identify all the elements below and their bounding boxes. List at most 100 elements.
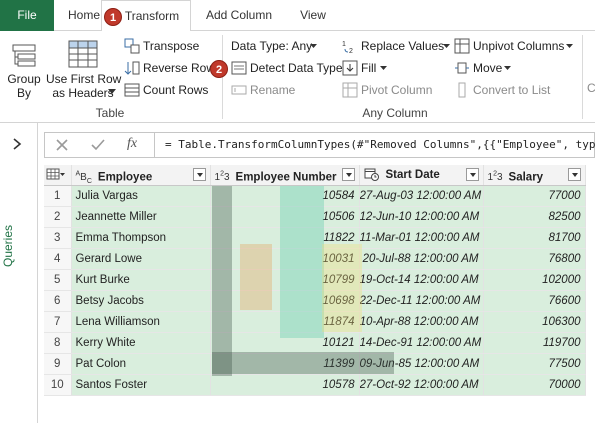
count-rows-icon xyxy=(124,83,140,97)
count-rows-label: Count Rows xyxy=(143,83,209,97)
transpose-button[interactable]: Transpose xyxy=(124,37,210,55)
column-header-employee[interactable]: ABC Employee xyxy=(71,165,211,186)
convert-to-list-icon xyxy=(458,82,466,98)
fx-icon[interactable]: fx xyxy=(127,136,137,152)
cell-start-date[interactable]: 27-Aug-03 12:00:00 AM xyxy=(359,185,484,207)
cell-salary[interactable]: 106300 xyxy=(483,311,586,333)
cell-employee-number[interactable]: 11399 xyxy=(210,353,360,375)
column-filter-button[interactable] xyxy=(192,168,206,181)
table-row: 2 Jeannette Miller 10506 12-Jun-10 12:00:00… xyxy=(44,206,586,228)
cell-employee[interactable]: Pat Colon xyxy=(71,353,211,375)
formula-input[interactable]: = Table.TransformColumnTypes(#"Removed C… xyxy=(165,138,595,151)
column-header-start-date[interactable]: Start Date xyxy=(359,165,484,186)
datetime-type-icon[interactable] xyxy=(364,168,380,182)
number-type-icon[interactable]: 123 xyxy=(215,171,230,183)
count-rows-button[interactable]: Count Rows xyxy=(124,81,210,99)
cell-salary[interactable]: 81700 xyxy=(483,227,586,249)
cell-start-date[interactable]: 11-Mar-01 12:00:00 AM xyxy=(359,227,484,249)
ribbon-separator xyxy=(582,35,583,119)
table-body: 1 Julia Vargas 10584 27-Aug-03 12:00:00 AM 7… xyxy=(44,185,586,396)
pivot-column-label: Pivot Column xyxy=(361,83,433,97)
move-button[interactable]: Move xyxy=(454,59,518,77)
cell-employee-number[interactable]: 10698 xyxy=(210,290,360,312)
cell-start-date[interactable]: 27-Oct-92 12:00:00 AM xyxy=(359,374,484,396)
cell-salary[interactable]: 76800 xyxy=(483,248,586,270)
cell-start-date[interactable]: 12-Jun-10 12:00:00 AM xyxy=(359,206,484,228)
tab-home[interactable]: Home xyxy=(66,0,102,31)
header-row: ABC Employee 123 Employee Number Start Dat… xyxy=(44,165,586,186)
cell-employee-number[interactable]: 10506 xyxy=(210,206,360,228)
text-type-icon[interactable]: ABC xyxy=(76,171,92,185)
table-headers-icon xyxy=(68,40,98,68)
chevron-down-icon xyxy=(443,44,450,48)
pivot-column-button[interactable]: Pivot Column xyxy=(342,81,438,99)
next-group-stub: C xyxy=(587,81,595,95)
rename-button[interactable]: Rename xyxy=(230,81,310,99)
cancel-formula-icon[interactable] xyxy=(55,138,69,152)
tab-file[interactable]: File xyxy=(0,0,54,31)
cell-salary[interactable]: 102000 xyxy=(483,269,586,291)
cell-employee-number[interactable]: 11822 xyxy=(210,227,360,249)
detect-data-type-button[interactable]: Detect Data Type xyxy=(230,59,343,77)
table-row: 6 Betsy Jacobs 10698 22-Dec-11 12:00:00 AM 7… xyxy=(44,290,586,312)
column-filter-button[interactable] xyxy=(341,168,355,181)
table-row: 10 Santos Foster 10578 27-Oct-92 12:00:00 A… xyxy=(44,374,586,396)
cell-employee[interactable]: Julia Vargas xyxy=(71,185,211,207)
number-type-icon[interactable]: 123 xyxy=(488,171,503,183)
group-by-icon xyxy=(12,44,36,67)
table-menu-cell[interactable] xyxy=(44,165,72,186)
cell-start-date[interactable]: 22-Dec-11 12:00:00 AM xyxy=(359,290,484,312)
cell-employee[interactable]: Santos Foster xyxy=(71,374,211,396)
cell-salary[interactable]: 77000 xyxy=(483,185,586,207)
cell-employee[interactable]: Betsy Jacobs xyxy=(71,290,211,312)
column-filter-button[interactable] xyxy=(465,168,479,181)
cell-start-date[interactable]: 14-Dec-91 12:00:00 AM xyxy=(359,332,484,354)
column-name: Employee Number xyxy=(235,171,337,184)
cell-employee-number[interactable]: 10578 xyxy=(210,374,360,396)
move-label: Move xyxy=(473,61,503,75)
column-name: Salary xyxy=(508,171,544,184)
convert-to-list-button[interactable]: Convert to List xyxy=(454,81,564,99)
column-filter-button[interactable] xyxy=(567,168,581,181)
ribbon: Group By Use First Row as Headers Transp… xyxy=(0,31,595,123)
unpivot-columns-button[interactable]: Unpivot Columns xyxy=(454,37,578,55)
cell-employee[interactable]: Kerry White xyxy=(71,332,211,354)
group-by-button[interactable]: Group By xyxy=(4,39,44,101)
cell-salary[interactable]: 77500 xyxy=(483,353,586,375)
use-first-row-as-headers-button[interactable]: Use First Row as Headers xyxy=(46,39,121,101)
cell-employee[interactable]: Jeannette Miller xyxy=(71,206,211,228)
queries-pane: Queries xyxy=(0,123,38,423)
cell-start-date[interactable]: 20-Jul-88 12:00:00 AM xyxy=(359,248,484,270)
data-type-dropdown[interactable]: Data Type: Any xyxy=(230,37,322,55)
cell-salary[interactable]: 70000 xyxy=(483,374,586,396)
chevron-down-icon xyxy=(380,66,387,70)
tab-add-column[interactable]: Add Column xyxy=(200,0,278,31)
cell-start-date[interactable]: 19-Oct-14 12:00:00 AM xyxy=(359,269,484,291)
row-number: 2 xyxy=(44,206,72,228)
column-header-salary[interactable]: 123 Salary xyxy=(483,165,586,186)
tab-view[interactable]: View xyxy=(294,0,332,31)
cell-start-date[interactable]: 09-Jun-85 12:00:00 AM xyxy=(359,353,484,375)
cell-employee-number[interactable]: 10584 xyxy=(210,185,360,207)
cell-salary[interactable]: 82500 xyxy=(483,206,586,228)
cell-employee[interactable]: Gerard Lowe xyxy=(71,248,211,270)
chevron-right-icon[interactable] xyxy=(12,137,22,151)
cell-employee[interactable]: Kurt Burke xyxy=(71,269,211,291)
row-number: 6 xyxy=(44,290,72,312)
cell-employee[interactable]: Lena Williamson xyxy=(71,311,211,333)
cell-salary[interactable]: 76600 xyxy=(483,290,586,312)
cell-employee-number[interactable]: 10799 xyxy=(210,269,360,291)
preview-table: ABC Employee 123 Employee Number Start Dat… xyxy=(44,165,586,396)
replace-values-button[interactable]: 1 2 Replace Values xyxy=(342,37,450,55)
cell-employee-number[interactable]: 10121 xyxy=(210,332,360,354)
queries-pane-toggle[interactable]: Queries xyxy=(1,213,34,283)
fill-button[interactable]: Fill xyxy=(342,59,402,77)
cell-salary[interactable]: 119700 xyxy=(483,332,586,354)
reverse-rows-button[interactable]: Reverse Rows xyxy=(124,59,221,77)
cell-employee[interactable]: Emma Thompson xyxy=(71,227,211,249)
confirm-formula-icon[interactable] xyxy=(91,138,105,152)
cell-start-date[interactable]: 10-Apr-88 12:00:00 AM xyxy=(359,311,484,333)
column-header-employee-number[interactable]: 123 Employee Number xyxy=(210,165,360,186)
cell-employee-number[interactable]: 11874 xyxy=(210,311,360,333)
cell-employee-number[interactable]: 10031 xyxy=(210,248,360,270)
